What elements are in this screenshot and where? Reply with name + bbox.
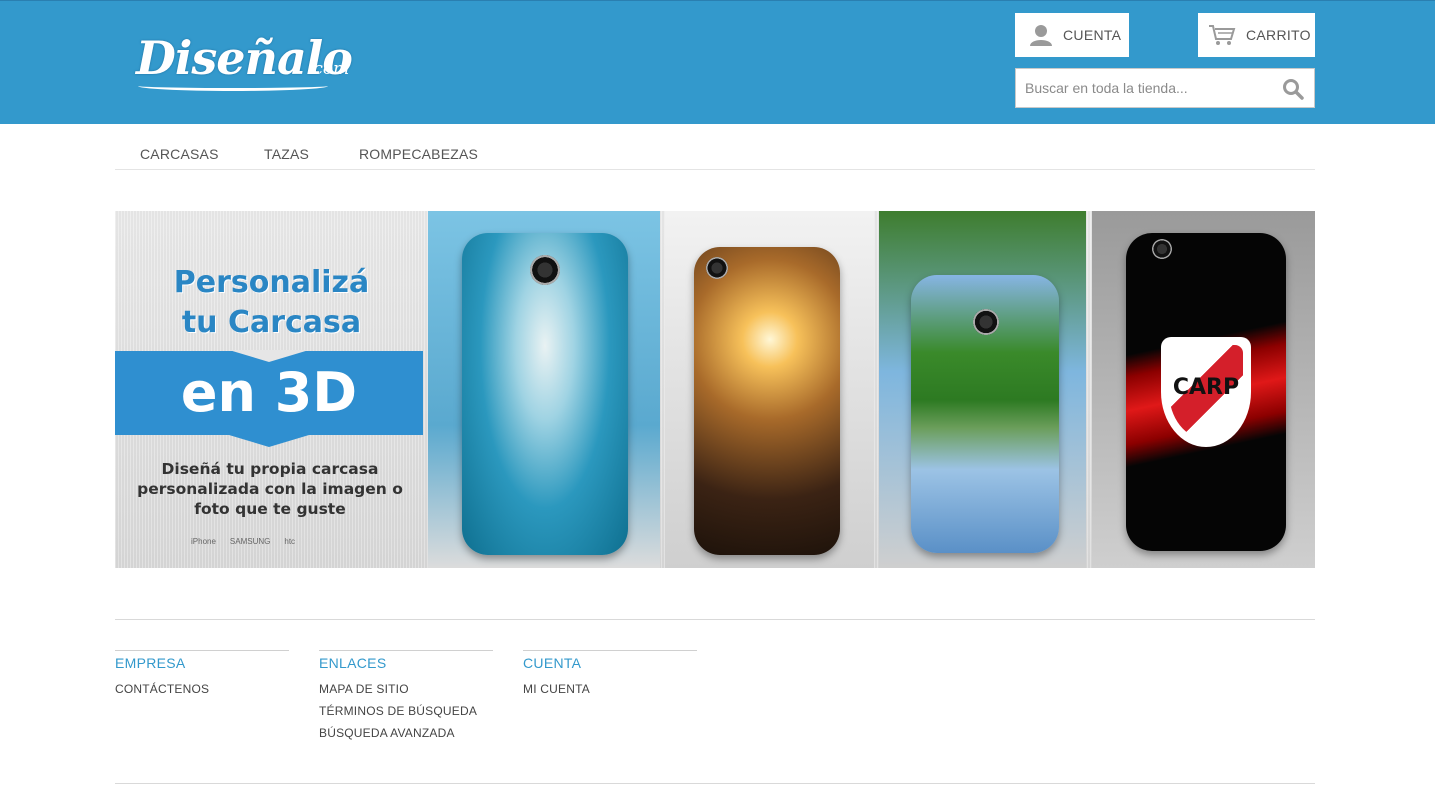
nav-item-tazas[interactable]: TAZAS — [264, 146, 309, 162]
cart-label: CARRITO — [1246, 27, 1311, 43]
brand-logos: iPhone SAMSUNG htc — [191, 537, 295, 546]
club-shield-logo: CARP — [1161, 337, 1251, 447]
nav-item-rompecabezas[interactable]: ROMPECABEZAS — [359, 146, 478, 162]
brand-htc: htc — [284, 537, 296, 546]
footer-link-mi-cuenta[interactable]: MI CUENTA — [523, 682, 697, 696]
phone-case-couple — [694, 247, 840, 555]
footer-link-contactenos[interactable]: CONTÁCTENOS — [115, 682, 289, 696]
footer-column-empresa: EMPRESA CONTÁCTENOS — [115, 650, 289, 696]
site-header: Diseñalo .com CUENTA CARRITO — [0, 0, 1435, 124]
cart-button[interactable]: CARRITO — [1198, 13, 1315, 57]
footer-heading-enlaces: ENLACES — [319, 655, 387, 671]
footer-column-cuenta: CUENTA MI CUENTA — [523, 650, 697, 696]
camera-icon — [1152, 239, 1172, 259]
search-input[interactable] — [1016, 69, 1278, 107]
logo-swoosh — [138, 81, 328, 91]
site-logo[interactable]: Diseñalo .com — [136, 31, 353, 97]
banner-title-line1: Personalizá — [173, 265, 370, 300]
banner-title-line2: tu Carcasa — [181, 305, 362, 340]
banner-subtitle: Diseñá tu propia carcasa personalizada c… — [137, 460, 403, 518]
footer-bottom-divider — [115, 783, 1315, 784]
footer-link-mapa-de-sitio[interactable]: MAPA DE SITIO — [319, 682, 493, 696]
banner-ribbon: en 3D — [115, 350, 423, 447]
cart-icon — [1209, 25, 1236, 45]
footer-column-enlaces: ENLACES MAPA DE SITIO TÉRMINOS DE BÚSQUE… — [319, 650, 493, 740]
banner-text-panel: Personalizá tu Carcasa en 3D Diseñá tu p… — [115, 211, 428, 568]
case-panel-lake — [879, 211, 1086, 568]
case-panel-couple — [665, 211, 874, 568]
footer-heading-cuenta: CUENTA — [523, 655, 582, 671]
brand-iphone: iPhone — [191, 537, 216, 546]
account-label: CUENTA — [1063, 27, 1122, 43]
search-box — [1015, 68, 1315, 108]
brand-samsung: SAMSUNG — [229, 537, 271, 546]
footer-link-terminos-de-busqueda[interactable]: TÉRMINOS DE BÚSQUEDA — [319, 704, 493, 718]
phone-case-lake — [911, 275, 1059, 553]
user-icon — [1030, 25, 1052, 46]
footer-heading-empresa: EMPRESA — [115, 655, 186, 671]
phone-case-river-plate: CARP — [1126, 233, 1286, 551]
main-nav: CARCASAS TAZAS ROMPECABEZAS — [115, 124, 1315, 170]
camera-icon — [706, 257, 728, 279]
case-panel-polar-bear — [428, 211, 660, 568]
footer-divider — [115, 619, 1315, 620]
banner-highlight: en 3D — [180, 361, 358, 424]
footer-link-busqueda-avanzada[interactable]: BÚSQUEDA AVANZADA — [319, 726, 493, 740]
search-icon[interactable] — [1282, 78, 1304, 100]
logo-suffix: .com — [308, 59, 350, 79]
account-button[interactable]: CUENTA — [1015, 13, 1129, 57]
camera-icon — [973, 309, 999, 335]
phone-case-polar-bear — [462, 233, 628, 555]
case-panel-river-plate: CARP — [1092, 211, 1315, 568]
camera-icon — [530, 255, 560, 285]
hero-banner[interactable]: Personalizá tu Carcasa en 3D Diseñá tu p… — [115, 211, 1315, 568]
shield-text: CARP — [1172, 375, 1240, 400]
nav-item-carcasas[interactable]: CARCASAS — [140, 146, 219, 162]
